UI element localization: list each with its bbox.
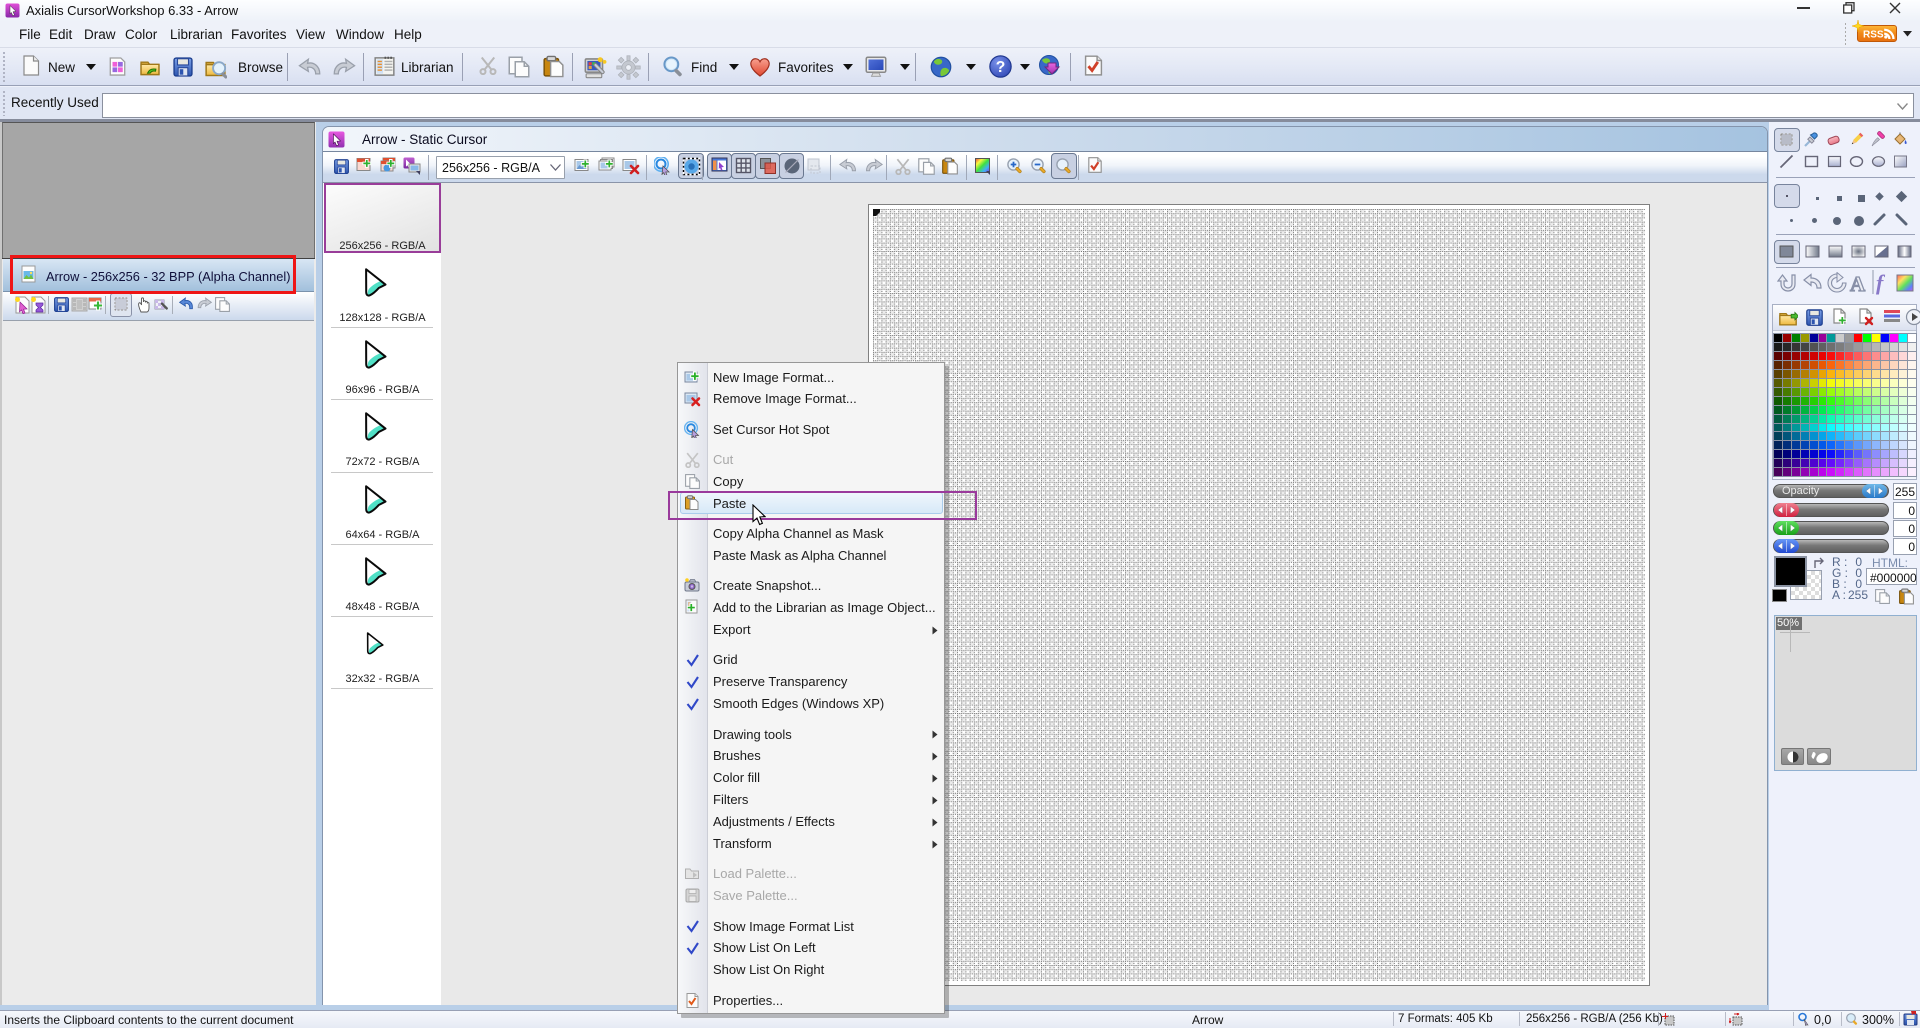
svg-text:?: ? — [996, 59, 1006, 76]
svg-text:RSS: RSS — [1863, 30, 1884, 41]
